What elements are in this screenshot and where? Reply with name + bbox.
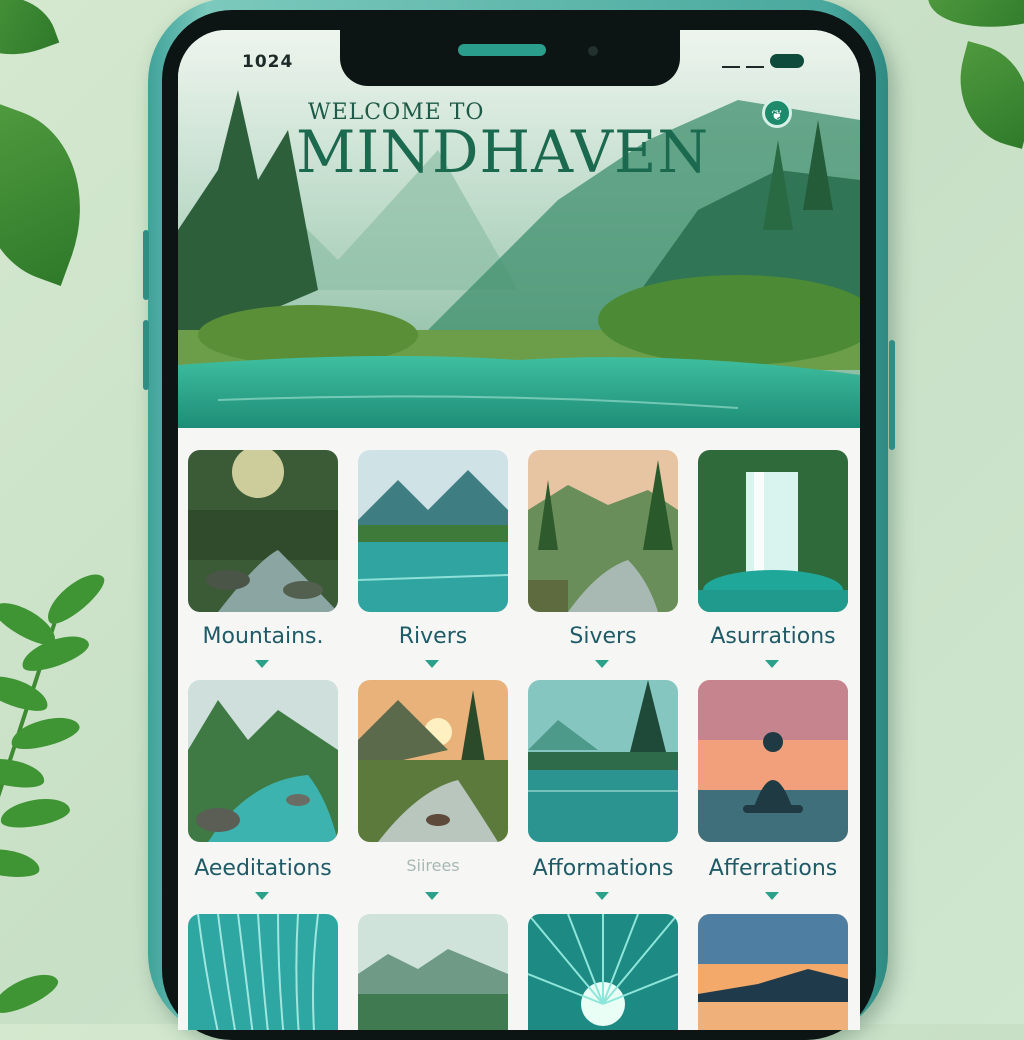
- app-screen: 1024 WELCOME TO MINDHAVEN ❦ Mountains. R…: [178, 30, 860, 1030]
- status-icons: [722, 54, 804, 68]
- chevron-down-icon[interactable]: [595, 892, 609, 900]
- tile-card[interactable]: [528, 914, 678, 1030]
- ocean-sunset-image: [698, 914, 848, 1030]
- power-button: [889, 340, 895, 450]
- status-time: 1024: [242, 52, 294, 72]
- leaf-logo-icon[interactable]: ❦: [762, 98, 792, 128]
- tile-label: Afferrations: [708, 856, 838, 881]
- mountain-lake-image: [358, 450, 508, 612]
- tile-card[interactable]: [358, 914, 508, 1030]
- tile-label: Afformations: [532, 856, 674, 881]
- mountain-range-image: [358, 914, 508, 1030]
- rocky-river-image: [188, 680, 338, 842]
- meditation-sunset-image: [698, 680, 848, 842]
- tile-card[interactable]: Afferrations: [698, 680, 848, 900]
- tile-card[interactable]: Rivers: [358, 450, 508, 668]
- forest-stream-image: [528, 450, 678, 612]
- tile-card[interactable]: Mountains.: [188, 450, 338, 668]
- chevron-down-icon[interactable]: [765, 660, 779, 668]
- tile-card[interactable]: [188, 914, 338, 1030]
- tile-card[interactable]: Aeeditations: [188, 680, 338, 900]
- speaker-grille: [458, 44, 546, 56]
- tile-label: Sivers: [569, 624, 637, 649]
- scene-grid: Mountains. Rivers Sivers Asurrations Aee…: [178, 428, 860, 1030]
- battery-icon: [770, 54, 804, 68]
- side-button: [143, 320, 149, 390]
- chevron-down-icon[interactable]: [595, 660, 609, 668]
- chevron-down-icon[interactable]: [425, 660, 439, 668]
- tile-label: Asurrations: [710, 624, 836, 649]
- tile-label: Mountains.: [202, 624, 324, 649]
- signal-icon: [722, 54, 740, 68]
- front-camera: [588, 46, 598, 56]
- tile-card[interactable]: [698, 914, 848, 1030]
- wifi-icon: [746, 54, 764, 68]
- chevron-down-icon[interactable]: [255, 660, 269, 668]
- tile-label: Siirees: [406, 856, 460, 875]
- chevron-down-icon[interactable]: [765, 892, 779, 900]
- tile-label: Aeeditations: [194, 856, 332, 881]
- sunset-stream-image: [358, 680, 508, 842]
- landscape-illustration: [178, 30, 860, 428]
- misty-lake-image: [528, 680, 678, 842]
- teal-sunburst-image: [528, 914, 678, 1030]
- tile-label: Rivers: [398, 624, 468, 649]
- tile-card[interactable]: Asurrations: [698, 450, 848, 668]
- chevron-down-icon[interactable]: [255, 892, 269, 900]
- app-title: MINDHAVEN: [296, 118, 710, 186]
- forest-river-image: [188, 450, 338, 612]
- tile-card[interactable]: Sivers: [528, 450, 678, 668]
- tile-card[interactable]: Afformations: [528, 680, 678, 900]
- chevron-down-icon[interactable]: [425, 892, 439, 900]
- tile-card[interactable]: Siirees: [358, 680, 508, 900]
- teal-waves-image: [188, 914, 338, 1030]
- side-button: [143, 230, 149, 300]
- hero-banner: 1024 WELCOME TO MINDHAVEN ❦: [178, 30, 860, 428]
- waterfall-image: [698, 450, 848, 612]
